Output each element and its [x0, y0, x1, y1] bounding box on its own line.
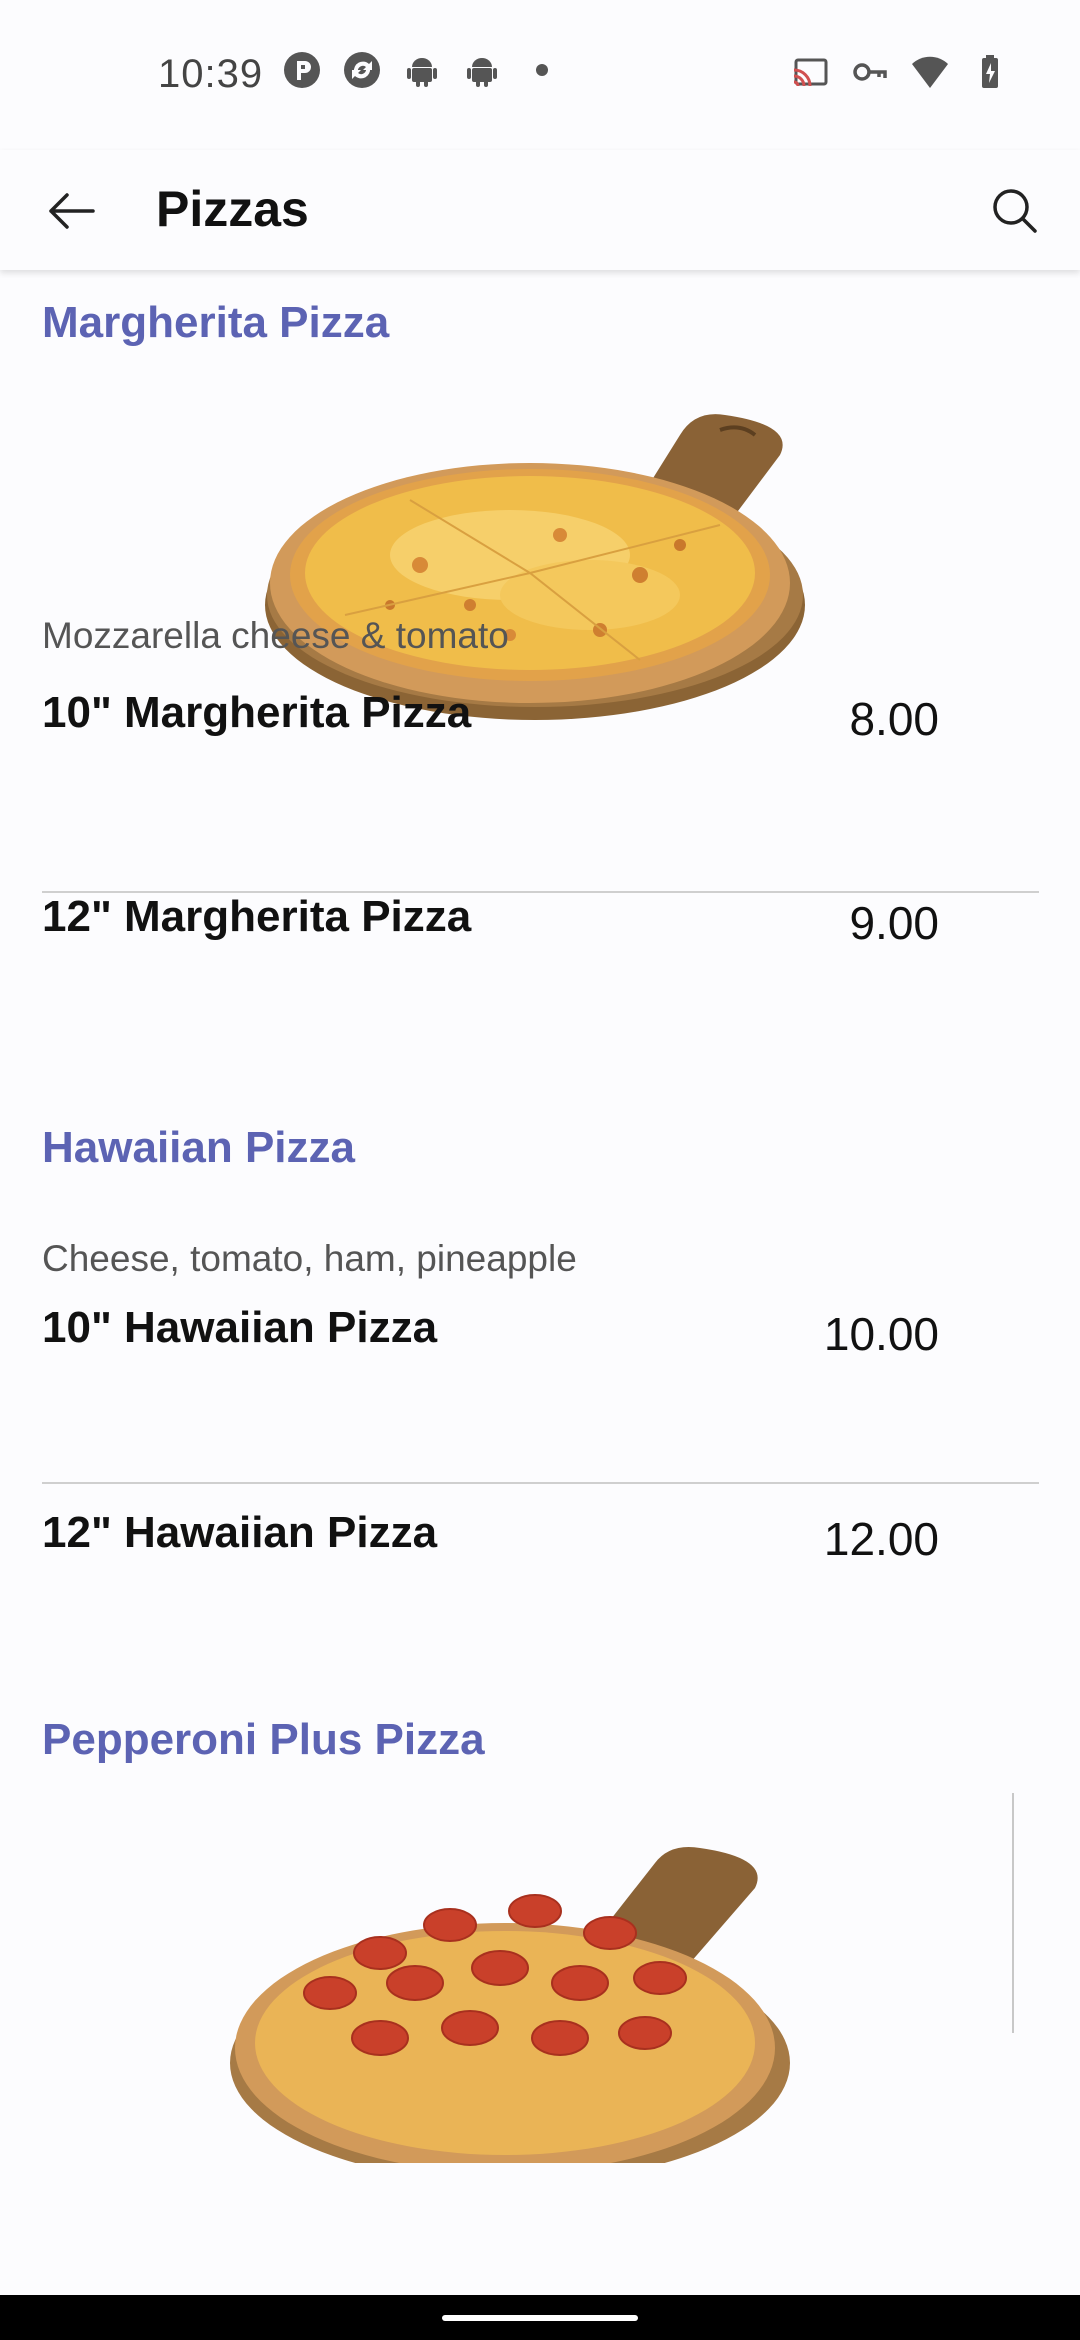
item-name: 12" Margherita Pizza — [42, 892, 472, 941]
status-time: 10:39 — [158, 52, 264, 96]
status-bar: 10:39 — [0, 0, 1080, 150]
wifi-icon — [912, 56, 948, 88]
key-icon — [853, 63, 887, 81]
battery-charging-icon — [982, 55, 998, 88]
search-button[interactable] — [980, 176, 1050, 246]
section-title-pepperoni: Pepperoni Plus Pizza — [42, 1715, 485, 1764]
pepperoni-pizza-image — [230, 1847, 790, 2163]
section-description-hawaiian: Cheese, tomato, ham, pineapple — [42, 1238, 577, 1279]
item-name: 10" Hawaiian Pizza — [42, 1303, 438, 1352]
arrow-left-icon — [49, 193, 95, 229]
notification-icons — [282, 50, 562, 90]
dot-icon — [536, 64, 548, 76]
navigation-bar — [0, 2295, 1080, 2340]
search-icon — [993, 189, 1037, 233]
section-title-margherita: Margherita Pizza — [42, 298, 390, 347]
scroll-indicator — [1012, 1793, 1014, 2033]
app-p-icon — [284, 52, 320, 88]
cast-icon — [793, 58, 828, 87]
home-gesture-handle[interactable] — [442, 2315, 638, 2321]
app-bar: Pizzas — [0, 150, 1080, 270]
item-price: 10.00 — [823, 1308, 939, 1360]
item-name: 12" Hawaiian Pizza — [42, 1508, 438, 1557]
item-price: 8.00 — [849, 693, 939, 745]
back-button[interactable] — [36, 176, 106, 246]
sync-app-icon — [344, 52, 380, 88]
section-description-margherita: Mozzarella cheese & tomato — [42, 615, 509, 656]
section-title-hawaiian: Hawaiian Pizza — [42, 1123, 356, 1172]
item-name: 10" Margherita Pizza — [42, 688, 472, 737]
item-price: 12.00 — [823, 1513, 939, 1565]
margherita-pizza-image — [265, 414, 805, 720]
system-icons — [790, 52, 1010, 92]
item-divider — [42, 1482, 1039, 1484]
android-icon — [407, 58, 437, 87]
item-price: 9.00 — [849, 897, 939, 949]
menu-list[interactable]: Margherita Pizza Mozzarella cheese & tom… — [0, 270, 1080, 2295]
android-icon — [467, 58, 497, 87]
page-title: Pizzas — [156, 181, 309, 237]
